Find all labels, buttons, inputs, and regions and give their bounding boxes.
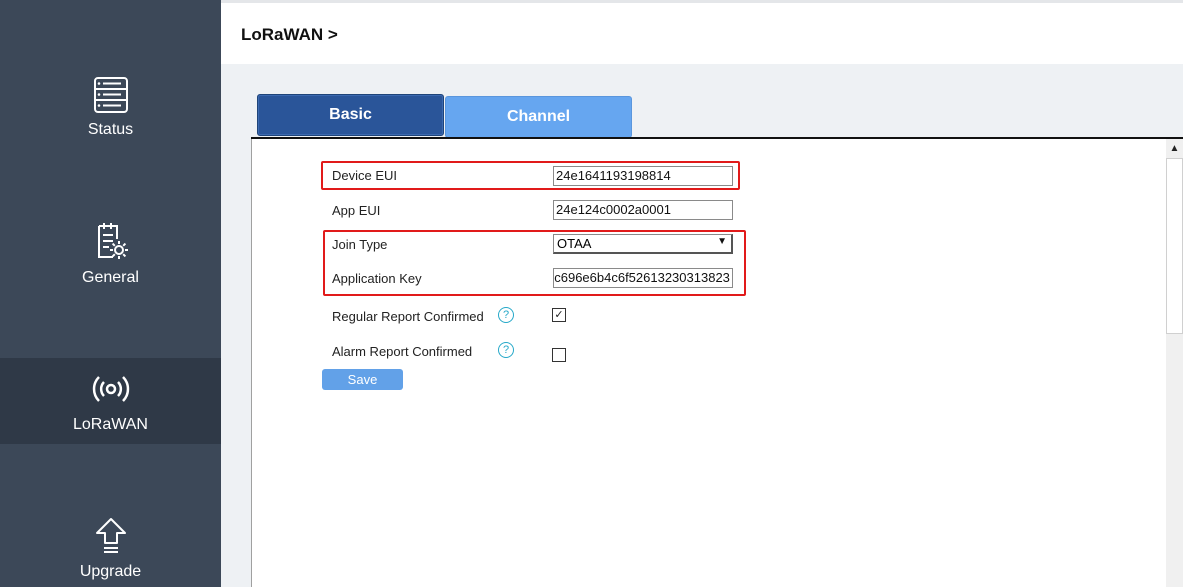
sidebar-item-label: General xyxy=(82,269,139,286)
alarm-report-confirmed-label: Alarm Report Confirmed xyxy=(332,344,473,359)
sidebar-item-label: LoRaWAN xyxy=(73,416,148,433)
app-eui-field[interactable]: 24e124c0002a0001 xyxy=(553,200,733,220)
highlight-box-join-settings xyxy=(323,230,746,296)
sidebar-item-upgrade[interactable]: Upgrade xyxy=(0,501,221,587)
sidebar-item-lorawan[interactable]: LoRaWAN xyxy=(0,358,221,444)
server-icon xyxy=(93,77,128,113)
sidebar-item-status[interactable]: Status xyxy=(0,60,221,146)
page-header: LoRaWAN > xyxy=(221,3,1183,64)
alarm-report-confirmed-checkbox[interactable] xyxy=(552,348,566,362)
settings-document-icon xyxy=(97,223,128,259)
upload-arrow-icon xyxy=(95,518,126,553)
scroll-up-arrow-icon[interactable]: ▲ xyxy=(1166,141,1183,157)
help-icon[interactable]: ? xyxy=(498,342,514,358)
sidebar-item-label: Status xyxy=(87,121,134,138)
help-icon[interactable]: ? xyxy=(498,307,514,323)
highlight-box-device-eui xyxy=(321,161,740,190)
sidebar: Status General LoRaWAN Upgrade xyxy=(0,0,221,587)
sidebar-item-label: Upgrade xyxy=(79,563,142,580)
app-eui-label: App EUI xyxy=(332,203,381,218)
save-button[interactable]: Save xyxy=(322,369,403,390)
regular-report-confirmed-checkbox[interactable]: ✓ xyxy=(552,308,566,322)
tab-basic[interactable]: Basic xyxy=(257,94,444,136)
regular-report-confirmed-label: Regular Report Confirmed xyxy=(332,309,484,324)
breadcrumb: LoRaWAN > xyxy=(241,25,338,44)
scrollbar-thumb[interactable] xyxy=(1166,158,1183,334)
tab-channel[interactable]: Channel xyxy=(445,96,632,138)
wireless-signal-icon xyxy=(92,376,129,402)
sidebar-item-general[interactable]: General xyxy=(0,207,221,293)
